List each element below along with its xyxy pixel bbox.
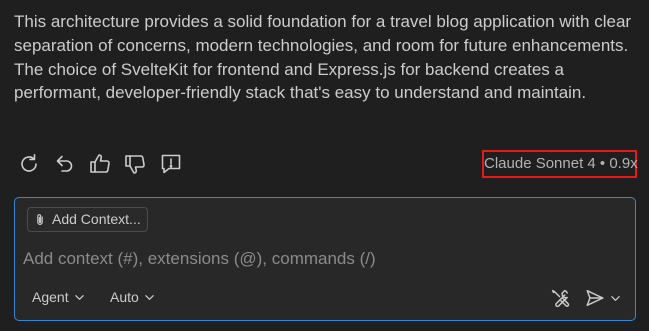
model-picker[interactable]: Auto [110, 286, 155, 308]
mode-label: Agent [32, 289, 69, 305]
response-text: This architecture provides a solid found… [14, 12, 632, 103]
add-context-label: Add Context... [52, 211, 141, 227]
prompt-input[interactable] [23, 244, 623, 274]
chevron-down-icon [144, 292, 155, 303]
chat-input-box[interactable]: Add Context... Agent Auto [14, 197, 636, 321]
tools-icon[interactable] [549, 287, 571, 309]
add-context-button[interactable]: Add Context... [27, 207, 148, 232]
model-picker-label: Auto [110, 289, 139, 305]
send-icon[interactable] [584, 287, 606, 309]
undo-icon[interactable] [53, 152, 77, 176]
model-label: Claude Sonnet 4 • 0.9x [482, 150, 638, 178]
report-icon[interactable] [159, 152, 183, 176]
chevron-down-icon[interactable] [610, 293, 621, 304]
thumbs-down-icon[interactable] [123, 152, 147, 176]
chevron-down-icon [74, 292, 85, 303]
paperclip-icon [33, 213, 47, 227]
thumbs-up-icon[interactable] [88, 152, 112, 176]
retry-icon[interactable] [17, 152, 41, 176]
mode-picker[interactable]: Agent [32, 286, 85, 308]
